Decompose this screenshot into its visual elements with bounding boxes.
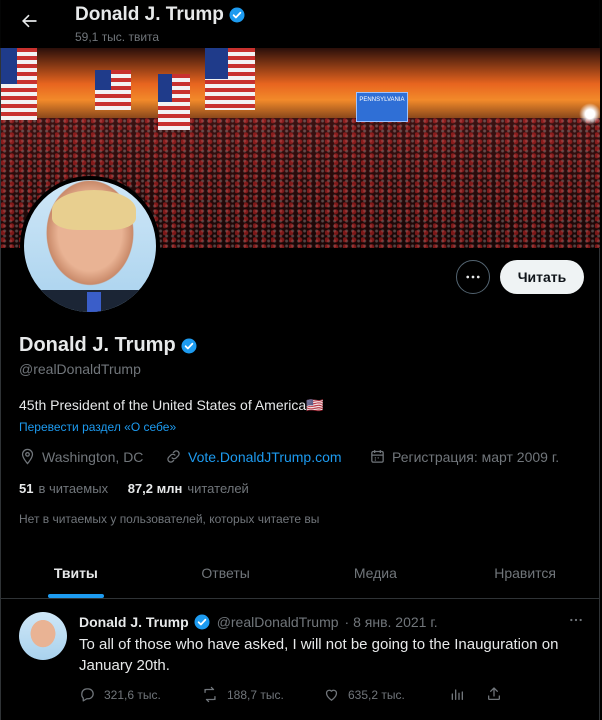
top-bar: Donald J. Trump 59,1 тыс. твита — [0, 0, 600, 48]
tab-tweets[interactable]: Твиты — [1, 548, 151, 598]
heart-icon — [325, 689, 338, 701]
translate-bio-link[interactable]: Перевести раздел «О себе» — [19, 420, 176, 434]
profile-avatar[interactable] — [20, 176, 160, 316]
retweet-count: 188,7 тыс. — [227, 687, 284, 702]
verified-badge-icon — [181, 338, 197, 353]
tab-media[interactable]: Медиа — [301, 548, 451, 598]
verified-badge-icon — [194, 614, 210, 630]
tweet-header: Donald J. Trump @realDonaldTrump · 8 янв… — [79, 613, 438, 631]
share-icon — [488, 687, 500, 700]
followers-label: читателей — [187, 481, 249, 496]
header-name: Donald J. Trump — [75, 4, 246, 26]
more-options-button[interactable] — [456, 260, 490, 294]
tweet-avatar[interactable] — [19, 612, 67, 660]
banner-flag — [1, 48, 37, 120]
profile-name: Donald J. Trump — [19, 334, 198, 357]
following-count: 51 — [19, 481, 34, 496]
like-button[interactable]: 635,2 тыс. — [323, 686, 405, 703]
link-icon — [167, 450, 180, 463]
verified-badge-icon — [229, 7, 245, 23]
share-button[interactable] — [486, 686, 502, 702]
analytics-button[interactable] — [449, 686, 465, 702]
following-link[interactable]: 51 в читаемых — [19, 481, 108, 496]
calendar-icon — [371, 450, 384, 463]
retweet-button[interactable]: 188,7 тыс. — [201, 686, 284, 703]
profile-handle: @realDonaldTrump — [19, 361, 141, 377]
tweet-actions: 321,6 тыс. 188,7 тыс. 635,2 тыс. — [79, 686, 509, 706]
reply-count: 321,6 тыс. — [104, 687, 161, 702]
header-name-text: Donald J. Trump — [75, 4, 224, 25]
tweet-date[interactable]: · 8 янв. 2021 г. — [345, 614, 438, 630]
website-link[interactable]: Vote.DonaldJTrump.com — [188, 449, 342, 465]
more-dots-icon — [466, 275, 480, 279]
banner-flag — [158, 74, 190, 130]
tweet-author-handle[interactable]: @realDonaldTrump — [217, 614, 339, 630]
followers-count: 87,2 млн — [127, 481, 183, 496]
tweet-author-name[interactable]: Donald J. Trump — [79, 614, 189, 630]
tab-likes[interactable]: Нравится — [450, 548, 600, 598]
profile-name-text: Donald J. Trump — [19, 334, 176, 356]
avatar-tie — [87, 292, 101, 312]
banner-light — [579, 103, 600, 125]
profile-bio: 45th President of the United States of A… — [19, 397, 324, 413]
banner-flag — [205, 48, 255, 110]
tweet-more-button[interactable] — [566, 610, 586, 630]
avatar-hair — [52, 190, 136, 230]
website[interactable]: Vote.DonaldJTrump.com — [165, 448, 342, 465]
location: Washington, DC — [19, 448, 143, 465]
reply-icon — [81, 688, 94, 702]
join-date: Регистрация: март 2009 г. — [369, 448, 559, 465]
location-pin-icon — [21, 448, 34, 465]
more-dots-icon — [570, 618, 582, 622]
banner-screen: PENNSYLVANIA — [356, 92, 408, 122]
banner-screen-text: PENNSYLVANIA — [359, 97, 405, 103]
back-button[interactable] — [14, 6, 44, 36]
profile-tabs: Твиты Ответы Медиа Нравится — [1, 548, 600, 599]
follow-counts: 51 в читаемых 87,2 млн читателей — [19, 481, 249, 496]
following-label: в читаемых — [38, 481, 109, 496]
followers-link[interactable]: 87,2 млн читателей — [128, 481, 249, 496]
retweet-icon — [204, 686, 216, 703]
analytics-icon — [451, 689, 463, 700]
tweet-text: To all of those who have asked, I will n… — [79, 636, 559, 674]
reply-button[interactable]: 321,6 тыс. — [79, 686, 161, 703]
follow-button[interactable]: Читать — [500, 260, 584, 294]
mutual-followers-note: Нет в читаемых у пользователей, которых … — [19, 512, 320, 526]
arrow-left-icon — [22, 14, 37, 28]
location-text: Washington, DC — [42, 448, 144, 465]
join-date-text: Регистрация: март 2009 г. — [392, 448, 560, 465]
banner-flag — [95, 70, 131, 110]
header-tweet-count: 59,1 тыс. твита — [75, 30, 160, 44]
tab-replies[interactable]: Ответы — [151, 548, 301, 598]
like-count: 635,2 тыс. — [348, 687, 405, 702]
